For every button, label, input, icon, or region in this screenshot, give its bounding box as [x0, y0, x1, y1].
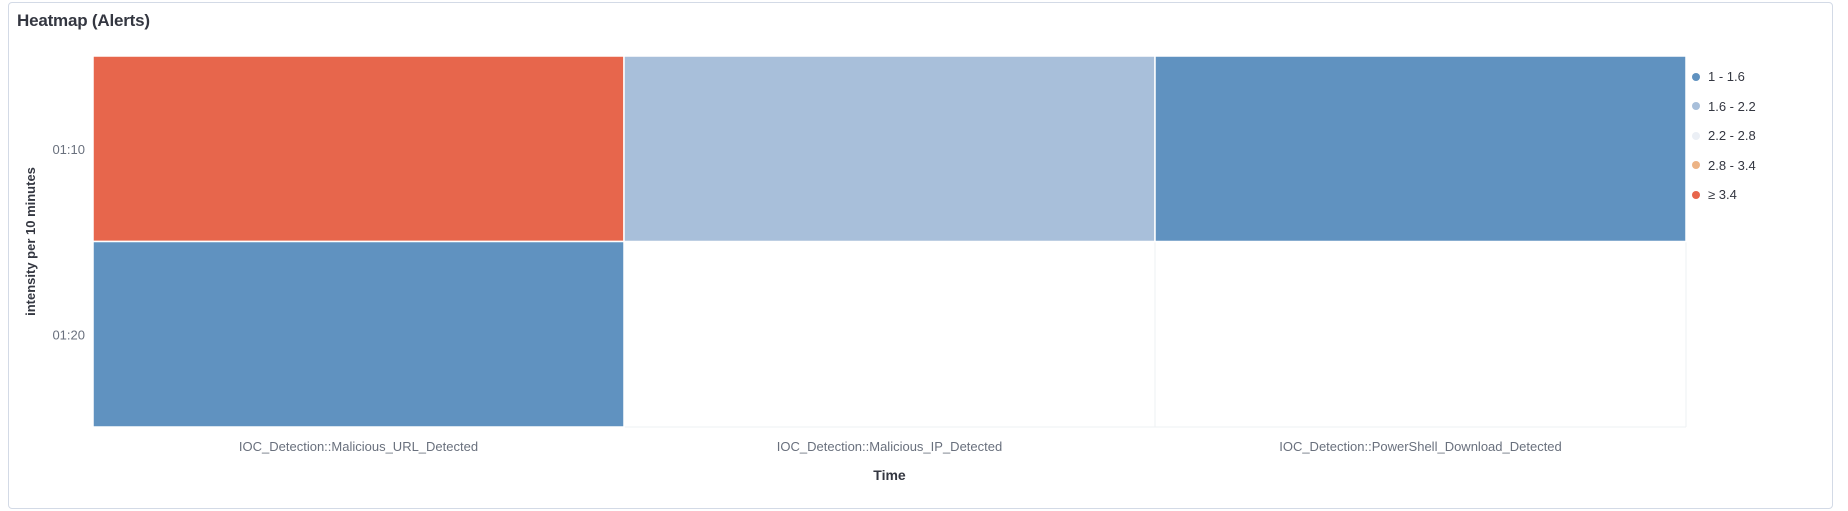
x-tick-label: IOC_Detection::Malicious_URL_Detected [239, 439, 478, 454]
legend-item[interactable]: 2.2 - 2.8 [1692, 121, 1756, 151]
legend-label: 2.8 - 3.4 [1708, 157, 1756, 173]
y-axis-title: intensity per 10 minutes [23, 167, 38, 316]
legend-label: ≥ 3.4 [1708, 187, 1737, 203]
legend-swatch [1692, 72, 1700, 81]
heatmap-cell[interactable] [92, 55, 625, 243]
x-tick-label: IOC_Detection::PowerShell_Download_Detec… [1279, 439, 1562, 454]
legend-label: 1 - 1.6 [1708, 69, 1745, 85]
legend-item[interactable]: 1.6 - 2.2 [1692, 92, 1756, 122]
legend-item[interactable]: 2.8 - 3.4 [1692, 151, 1756, 181]
heatmap-cell[interactable] [1154, 55, 1687, 243]
heatmap-cell[interactable] [623, 55, 1156, 243]
heatmap-chart: IOC_Detection::Malicious_URL_Detected IOC… [23, 55, 1687, 483]
legend-swatch [1692, 102, 1700, 111]
heatmap-cell[interactable] [92, 240, 625, 428]
y-tick-label: 01:20 [52, 327, 85, 342]
legend-item[interactable]: ≥ 3.4 [1692, 180, 1756, 210]
legend-swatch [1692, 161, 1700, 170]
legend-label: 1.6 - 2.2 [1708, 98, 1756, 114]
legend-swatch [1692, 131, 1700, 140]
y-tick-label: 01:10 [52, 142, 85, 157]
x-axis-title: Time [873, 467, 906, 483]
legend: 1 - 1.6 1.6 - 2.2 2.2 - 2.8 2.8 - 3.4 ≥ 3.4 [1692, 62, 1756, 210]
x-tick-label: IOC_Detection::Malicious_IP_Detected [777, 439, 1002, 454]
legend-label: 2.2 - 2.8 [1708, 128, 1756, 144]
legend-item[interactable]: 1 - 1.6 [1692, 62, 1756, 92]
legend-swatch [1692, 190, 1700, 199]
